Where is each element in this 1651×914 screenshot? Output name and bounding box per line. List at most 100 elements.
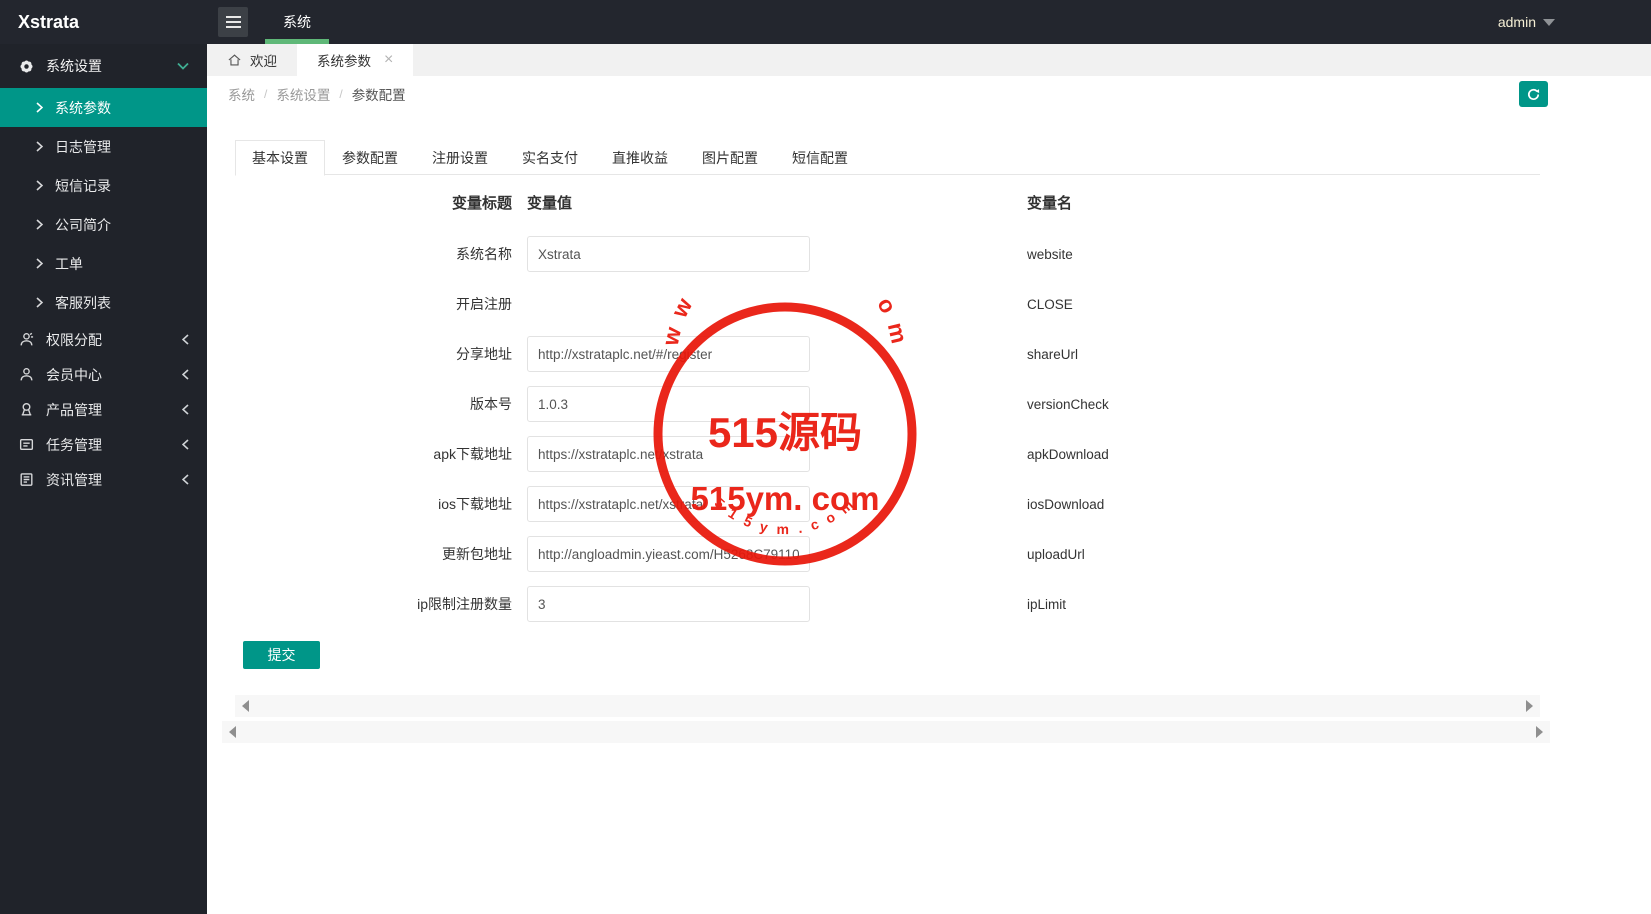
- sidebar-item-label: 短信记录: [55, 177, 111, 194]
- breadcrumb-bar: 系统 / 系统设置 / 参数配置: [207, 76, 1651, 112]
- tab-realname-payment[interactable]: 实名支付: [505, 140, 595, 175]
- chevron-right-icon: [36, 180, 43, 191]
- chevron-right-icon: [36, 219, 43, 230]
- sidebar-item-label: 任务管理: [46, 436, 102, 453]
- ip-limit-input[interactable]: [527, 586, 810, 622]
- scroll-left-icon[interactable]: [242, 700, 249, 712]
- ios-download-input[interactable]: [527, 486, 810, 522]
- column-header-var-name: 变量名: [1027, 194, 1073, 212]
- var-name: website: [1027, 246, 1073, 262]
- scroll-left-icon[interactable]: [229, 726, 236, 738]
- apk-download-input[interactable]: [527, 436, 810, 472]
- system-name-input[interactable]: [527, 236, 810, 272]
- tab-register-settings[interactable]: 注册设置: [415, 140, 505, 175]
- header-nav-system[interactable]: 系统: [265, 0, 329, 44]
- form-row-ios-download: ios下载地址 iosDownload: [235, 479, 1540, 529]
- hamburger-menu-button[interactable]: [218, 7, 248, 37]
- sidebar-item-news-management[interactable]: 资讯管理: [0, 462, 207, 497]
- sidebar-item-label: 系统参数: [55, 99, 111, 116]
- sidebar-item-company-profile[interactable]: 公司简介: [0, 205, 207, 244]
- settings-card: 基本设置 参数配置 注册设置 实名支付 直推收益 图片配置 短信配置 变量标题 …: [235, 140, 1540, 669]
- horizontal-scrollbar-inner[interactable]: [235, 695, 1540, 717]
- caret-down-icon: [1543, 18, 1555, 32]
- sidebar-item-product-management[interactable]: 产品管理: [0, 392, 207, 427]
- sidebar-item-task-management[interactable]: 任务管理: [0, 427, 207, 462]
- chevron-left-icon: [182, 334, 189, 345]
- settings-tabbar: 基本设置 参数配置 注册设置 实名支付 直推收益 图片配置 短信配置: [235, 140, 1540, 176]
- breadcrumb-separator: /: [264, 87, 268, 101]
- sidebar-item-member-center[interactable]: 会员中心: [0, 357, 207, 392]
- breadcrumb-item-system[interactable]: 系统: [228, 84, 255, 104]
- tab-sms-config[interactable]: 短信配置: [775, 140, 865, 175]
- var-name: versionCheck: [1027, 396, 1109, 412]
- tab-welcome[interactable]: 欢迎: [207, 44, 297, 76]
- top-header: 系统 admin: [207, 0, 1651, 44]
- field-label: ip限制注册数量: [417, 596, 512, 612]
- sidebar-item-label: 产品管理: [46, 401, 102, 418]
- chevron-right-icon: [36, 141, 43, 152]
- field-label: apk下载地址: [433, 446, 512, 462]
- scroll-right-icon[interactable]: [1536, 726, 1543, 738]
- chevron-right-icon: [36, 102, 43, 113]
- field-label: 分享地址: [456, 346, 512, 362]
- var-name: ipLimit: [1027, 596, 1067, 612]
- username: admin: [1497, 14, 1536, 30]
- sidebar-item-label: 日志管理: [55, 138, 111, 155]
- tab-param-config[interactable]: 参数配置: [325, 140, 415, 175]
- horizontal-scrollbar-outer[interactable]: [222, 721, 1550, 743]
- chevron-right-icon: [36, 297, 43, 308]
- tab-system-params[interactable]: 系统参数 ×: [297, 44, 414, 76]
- form-row-ip-limit: ip限制注册数量 ipLimit: [235, 579, 1540, 629]
- sidebar-item-permissions[interactable]: 权限分配: [0, 322, 207, 357]
- sidebar-item-label: 资讯管理: [46, 471, 102, 488]
- share-url-input[interactable]: [527, 336, 810, 372]
- sidebar-item-label: 客服列表: [55, 294, 111, 311]
- tab-basic-settings[interactable]: 基本设置: [235, 140, 325, 176]
- sidebar-item-system-params[interactable]: 系统参数: [0, 88, 207, 127]
- version-input[interactable]: [527, 386, 810, 422]
- form-row-register-toggle: 开启注册 CLOSE: [235, 279, 1540, 329]
- header-nav-label: 系统: [283, 14, 311, 30]
- form-row-apk-download: apk下载地址 apkDownload: [235, 429, 1540, 479]
- var-name: CLOSE: [1027, 296, 1073, 312]
- form-row-share-url: 分享地址 shareUrl: [235, 329, 1540, 379]
- sidebar-group-label: 系统设置: [46, 58, 102, 74]
- tasks-icon: [18, 436, 35, 453]
- breadcrumb: 系统 / 系统设置 / 参数配置: [228, 76, 406, 112]
- sidebar-item-label: 权限分配: [46, 331, 102, 348]
- upload-url-input[interactable]: [527, 536, 810, 572]
- sidebar-item-work-orders[interactable]: 工单: [0, 244, 207, 283]
- tab-image-config[interactable]: 图片配置: [685, 140, 775, 175]
- tab-direct-earnings[interactable]: 直推收益: [595, 140, 685, 175]
- var-name: uploadUrl: [1027, 546, 1085, 562]
- sidebar-item-label: 公司简介: [55, 216, 111, 233]
- sidebar-item-service-list[interactable]: 客服列表: [0, 283, 207, 322]
- main-content: 基本设置 参数配置 注册设置 实名支付 直推收益 图片配置 短信配置 变量标题 …: [207, 112, 1651, 914]
- column-header-var-value: 变量值: [527, 194, 573, 212]
- tab-label: 欢迎: [250, 54, 277, 69]
- form-header-row: 变量标题 变量值 变量名: [235, 189, 1540, 215]
- var-name: apkDownload: [1027, 446, 1109, 462]
- field-label: 开启注册: [456, 296, 512, 312]
- column-header-var-title: 变量标题: [451, 194, 512, 212]
- chevron-left-icon: [182, 404, 189, 415]
- close-icon[interactable]: ×: [384, 52, 393, 68]
- chevron-right-icon: [36, 258, 43, 269]
- user-menu[interactable]: admin: [1498, 0, 1555, 44]
- sidebar-item-log-management[interactable]: 日志管理: [0, 127, 207, 166]
- chevron-left-icon: [182, 439, 189, 450]
- brand-logo: Xstrata: [0, 0, 207, 44]
- refresh-button[interactable]: [1519, 81, 1548, 107]
- sidebar-group-system-settings[interactable]: 系统设置: [0, 44, 207, 88]
- field-label: 更新包地址: [442, 546, 512, 562]
- breadcrumb-item-system-settings[interactable]: 系统设置: [276, 84, 330, 104]
- user-icon: [18, 366, 35, 383]
- scroll-right-icon[interactable]: [1526, 700, 1533, 712]
- users-icon: [18, 331, 35, 348]
- var-name: shareUrl: [1027, 346, 1079, 362]
- submit-button[interactable]: 提交: [243, 641, 320, 669]
- field-label: ios下载地址: [438, 496, 512, 512]
- sidebar-item-sms-records[interactable]: 短信记录: [0, 166, 207, 205]
- field-label: 版本号: [470, 396, 512, 412]
- admin-app: Xstrata 系统设置 系统参数 日志管理 短信记录 公司简介 工单 客服列表…: [0, 0, 1651, 914]
